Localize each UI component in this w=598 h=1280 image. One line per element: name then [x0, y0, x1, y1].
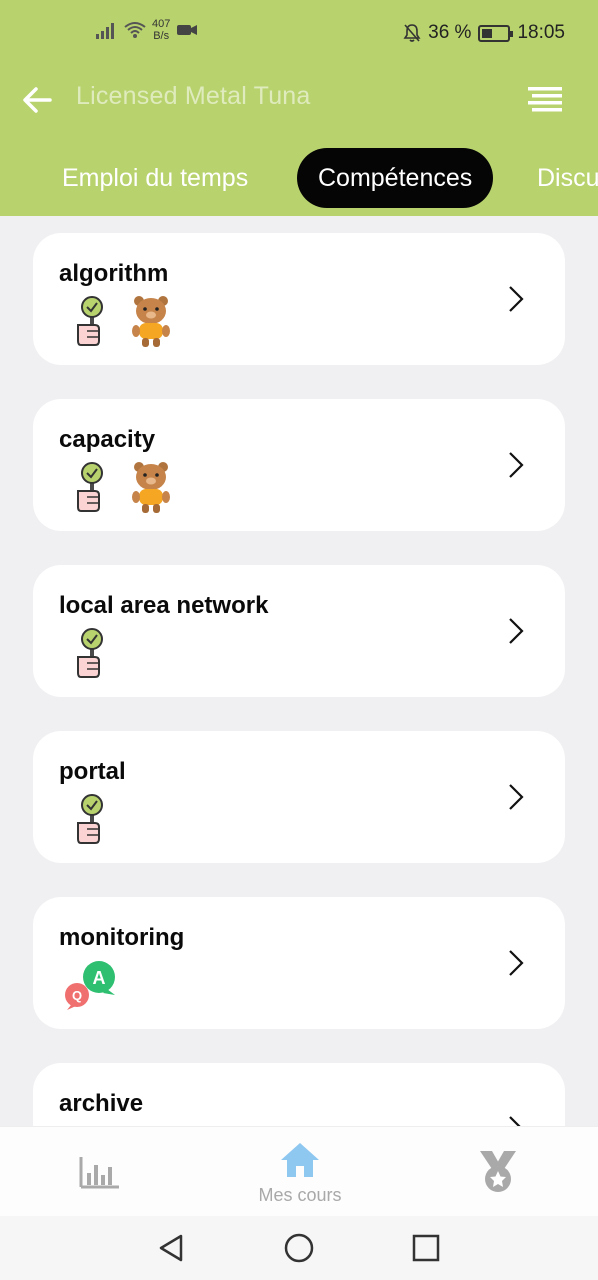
back-arrow-icon[interactable] [20, 82, 56, 118]
home-circle-icon[interactable] [283, 1232, 315, 1264]
bear-icon [132, 296, 170, 347]
bell-off-icon [403, 24, 421, 42]
svg-text:Q: Q [72, 988, 82, 1003]
hand-check-icon [77, 794, 103, 844]
chevron-right-icon [509, 286, 524, 312]
page-title: Licensed Metal Tuna [76, 82, 311, 110]
skill-title: monitoring [59, 924, 185, 951]
battery-percent: 36 % [428, 22, 472, 43]
system-nav-bar [0, 1216, 598, 1280]
skill-icons: A Q [63, 959, 119, 1011]
skill-card-capacity[interactable]: capacity [33, 399, 565, 531]
qa-bubbles-icon: A Q [65, 961, 115, 1010]
net-speed-unit: B/s [153, 30, 170, 42]
tab-discussion[interactable]: Discu [537, 148, 598, 208]
tab-competences[interactable]: Compétences [297, 148, 494, 208]
status-left: 407 B/s [96, 18, 198, 42]
nav-home-label: Mes cours [258, 1185, 342, 1205]
medal-icon [480, 1151, 516, 1192]
skill-title: portal [59, 758, 126, 785]
nav-stats[interactable] [60, 1127, 140, 1217]
net-speed: 407 B/s [152, 18, 170, 42]
skill-icons [75, 627, 109, 679]
hand-check-icon [77, 462, 103, 512]
nav-rewards[interactable] [458, 1127, 538, 1217]
recents-square-icon[interactable] [410, 1232, 442, 1264]
skill-card-local-area-network[interactable]: local area network [33, 565, 565, 697]
skill-title: algorithm [59, 260, 169, 287]
svg-text:A: A [93, 968, 106, 988]
app-header: Licensed Metal Tuna Emploi du temps Comp… [0, 70, 598, 216]
home-icon [281, 1143, 319, 1177]
skill-card-algorithm[interactable]: algorithm [33, 233, 565, 365]
clock: 18:05 [517, 22, 565, 43]
battery-icon [478, 24, 514, 42]
bar-chart-icon [79, 1157, 119, 1189]
skill-card-archive[interactable]: archive [33, 1063, 565, 1126]
tab-emploi-du-temps[interactable]: Emploi du temps [62, 148, 248, 208]
skill-icons [75, 461, 171, 515]
chevron-right-icon [509, 784, 524, 810]
skill-title: capacity [59, 426, 156, 453]
hand-check-icon [77, 628, 103, 678]
menu-icon[interactable] [526, 85, 564, 115]
skill-icons [75, 793, 109, 845]
chevron-right-icon [509, 618, 524, 644]
skill-card-portal[interactable]: portal [33, 731, 565, 863]
skill-title: archive [59, 1090, 144, 1117]
tab-bar: Emploi du temps Compétences Discu [0, 148, 598, 208]
chevron-right-icon [509, 950, 524, 976]
video-camera-icon [177, 25, 198, 35]
skill-icons [75, 295, 171, 349]
skill-card-monitoring[interactable]: monitoring A Q [33, 897, 565, 1029]
net-speed-value: 407 [152, 18, 171, 30]
nav-home[interactable]: Mes cours [240, 1127, 360, 1217]
skills-list[interactable]: algorithm capacity local area network po… [0, 216, 598, 1126]
status-bar: 407 B/s 36 % 18:05 [0, 0, 598, 70]
bear-icon [132, 462, 170, 513]
chevron-right-icon [509, 452, 524, 478]
hand-check-icon [77, 296, 103, 346]
wifi-icon [124, 22, 146, 38]
bottom-nav: Mes cours [0, 1126, 598, 1216]
status-right: 36 % 18:05 [403, 22, 565, 44]
signal-icon [96, 23, 114, 39]
back-triangle-icon[interactable] [155, 1232, 187, 1264]
skill-title: local area network [59, 592, 269, 619]
chevron-right-icon [509, 1116, 521, 1126]
